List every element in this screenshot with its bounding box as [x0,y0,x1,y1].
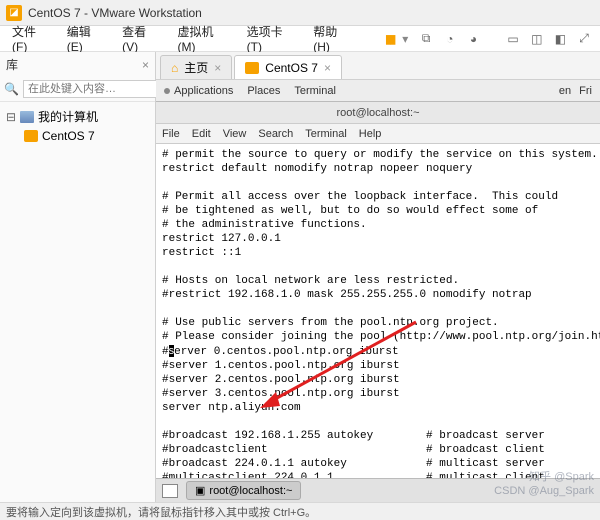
vmware-icon: ◪ [6,5,22,21]
term-menu-view[interactable]: View [223,128,247,140]
tree-vm-item[interactable]: CentOS 7 [6,127,149,145]
pause-icon[interactable]: ▮▮ [385,32,394,46]
gnome-lang[interactable]: en [559,85,571,97]
term-menu-terminal[interactable]: Terminal [305,128,347,140]
menu-vm[interactable]: 虚拟机(M) [172,23,237,54]
terminal-icon: ▣ [195,484,205,497]
gnome-apps-label: Applications [174,85,233,97]
search-icon: 🔍 [4,82,19,96]
terminal-titlebar: root@localhost:~ [156,102,600,124]
annotation-arrow [256,314,426,414]
taskbar-terminal-button[interactable]: ▣ root@localhost:~ [186,481,301,500]
vmware-statusbar: 要将输入定向到该虚拟机，请将鼠标指针移入其中或按 Ctrl+G。 [0,502,600,520]
taskbar-btn-label: root@localhost:~ [209,485,292,497]
statusbar-text: 要将输入定向到该虚拟机，请将鼠标指针移入其中或按 Ctrl+G。 [6,504,316,520]
dropdown-icon[interactable]: ▾ [402,32,408,46]
menu-edit[interactable]: 编辑(E) [61,23,112,54]
terminal-menubar: File Edit View Search Terminal Help [156,124,600,144]
tab-home[interactable]: ⌂ 主页 × [160,55,232,79]
tree-root-label: 我的计算机 [38,108,98,125]
menu-tabs[interactable]: 选项卡(T) [241,23,304,54]
gnome-top-bar: Applications Places Terminal en Fri [156,80,600,102]
terminal-title: root@localhost:~ [336,107,419,119]
menu-file[interactable]: 文件(F) [6,23,57,54]
computer-icon [20,111,34,123]
tab-home-label: 主页 [184,59,208,76]
gnome-terminal[interactable]: Terminal [294,85,336,97]
toolbar-fullscreen-icon[interactable]: ▭ [503,32,523,46]
tab-vm-close-icon[interactable]: × [324,61,331,75]
toolbar-unity-icon[interactable]: ◫ [527,32,547,46]
tab-vm[interactable]: CentOS 7 × [234,55,342,79]
tab-vm-label: CentOS 7 [265,61,318,75]
gnome-places[interactable]: Places [247,85,280,97]
terminal-body[interactable]: # permit the source to query or modify t… [156,144,600,478]
toolbar-snapshot-icon[interactable]: ◔ [440,32,460,46]
term-menu-search[interactable]: Search [258,128,293,140]
gnome-day[interactable]: Fri [579,85,592,97]
tab-strip: ⌂ 主页 × CentOS 7 × [156,52,600,80]
toolbar-thumb-icon[interactable]: ◧ [551,32,571,46]
vm-icon [245,62,259,74]
menu-view[interactable]: 查看(V) [116,23,167,54]
show-desktop-icon[interactable] [162,484,178,498]
vm-icon [24,130,38,142]
gnome-activities[interactable]: Applications [164,85,233,97]
term-menu-help[interactable]: Help [359,128,382,140]
collapse-icon[interactable]: ⊟ [6,110,16,124]
activities-icon [164,88,170,94]
menubar: 文件(F) 编辑(E) 查看(V) 虚拟机(M) 选项卡(T) 帮助(H) ▮▮… [0,26,600,52]
library-tree: ⊟ 我的计算机 CentOS 7 [0,102,155,149]
home-icon: ⌂ [171,61,178,75]
menu-help[interactable]: 帮助(H) [307,23,359,54]
toolbar-send-cad-icon[interactable]: ⧉ [416,31,436,46]
sidebar-header: 库 × [0,52,155,77]
library-sidebar: 库 × 🔍 ▾ ⊟ 我的计算机 CentOS 7 [0,52,156,502]
sidebar-title: 库 [6,56,18,73]
close-sidebar-icon[interactable]: × [142,58,149,72]
gnome-taskbar: ▣ root@localhost:~ [156,478,600,502]
toolbar-stretch-icon[interactable]: ⤢ [574,31,594,46]
term-menu-edit[interactable]: Edit [192,128,211,140]
tree-vm-label: CentOS 7 [42,129,95,143]
library-search-input[interactable] [23,80,175,98]
tree-root[interactable]: ⊟ 我的计算机 [6,106,149,127]
window-title: CentOS 7 - VMware Workstation [28,6,202,20]
toolbar-manage-icon[interactable]: ◕ [464,32,484,46]
term-menu-file[interactable]: File [162,128,180,140]
tab-home-close-icon[interactable]: × [214,61,221,75]
